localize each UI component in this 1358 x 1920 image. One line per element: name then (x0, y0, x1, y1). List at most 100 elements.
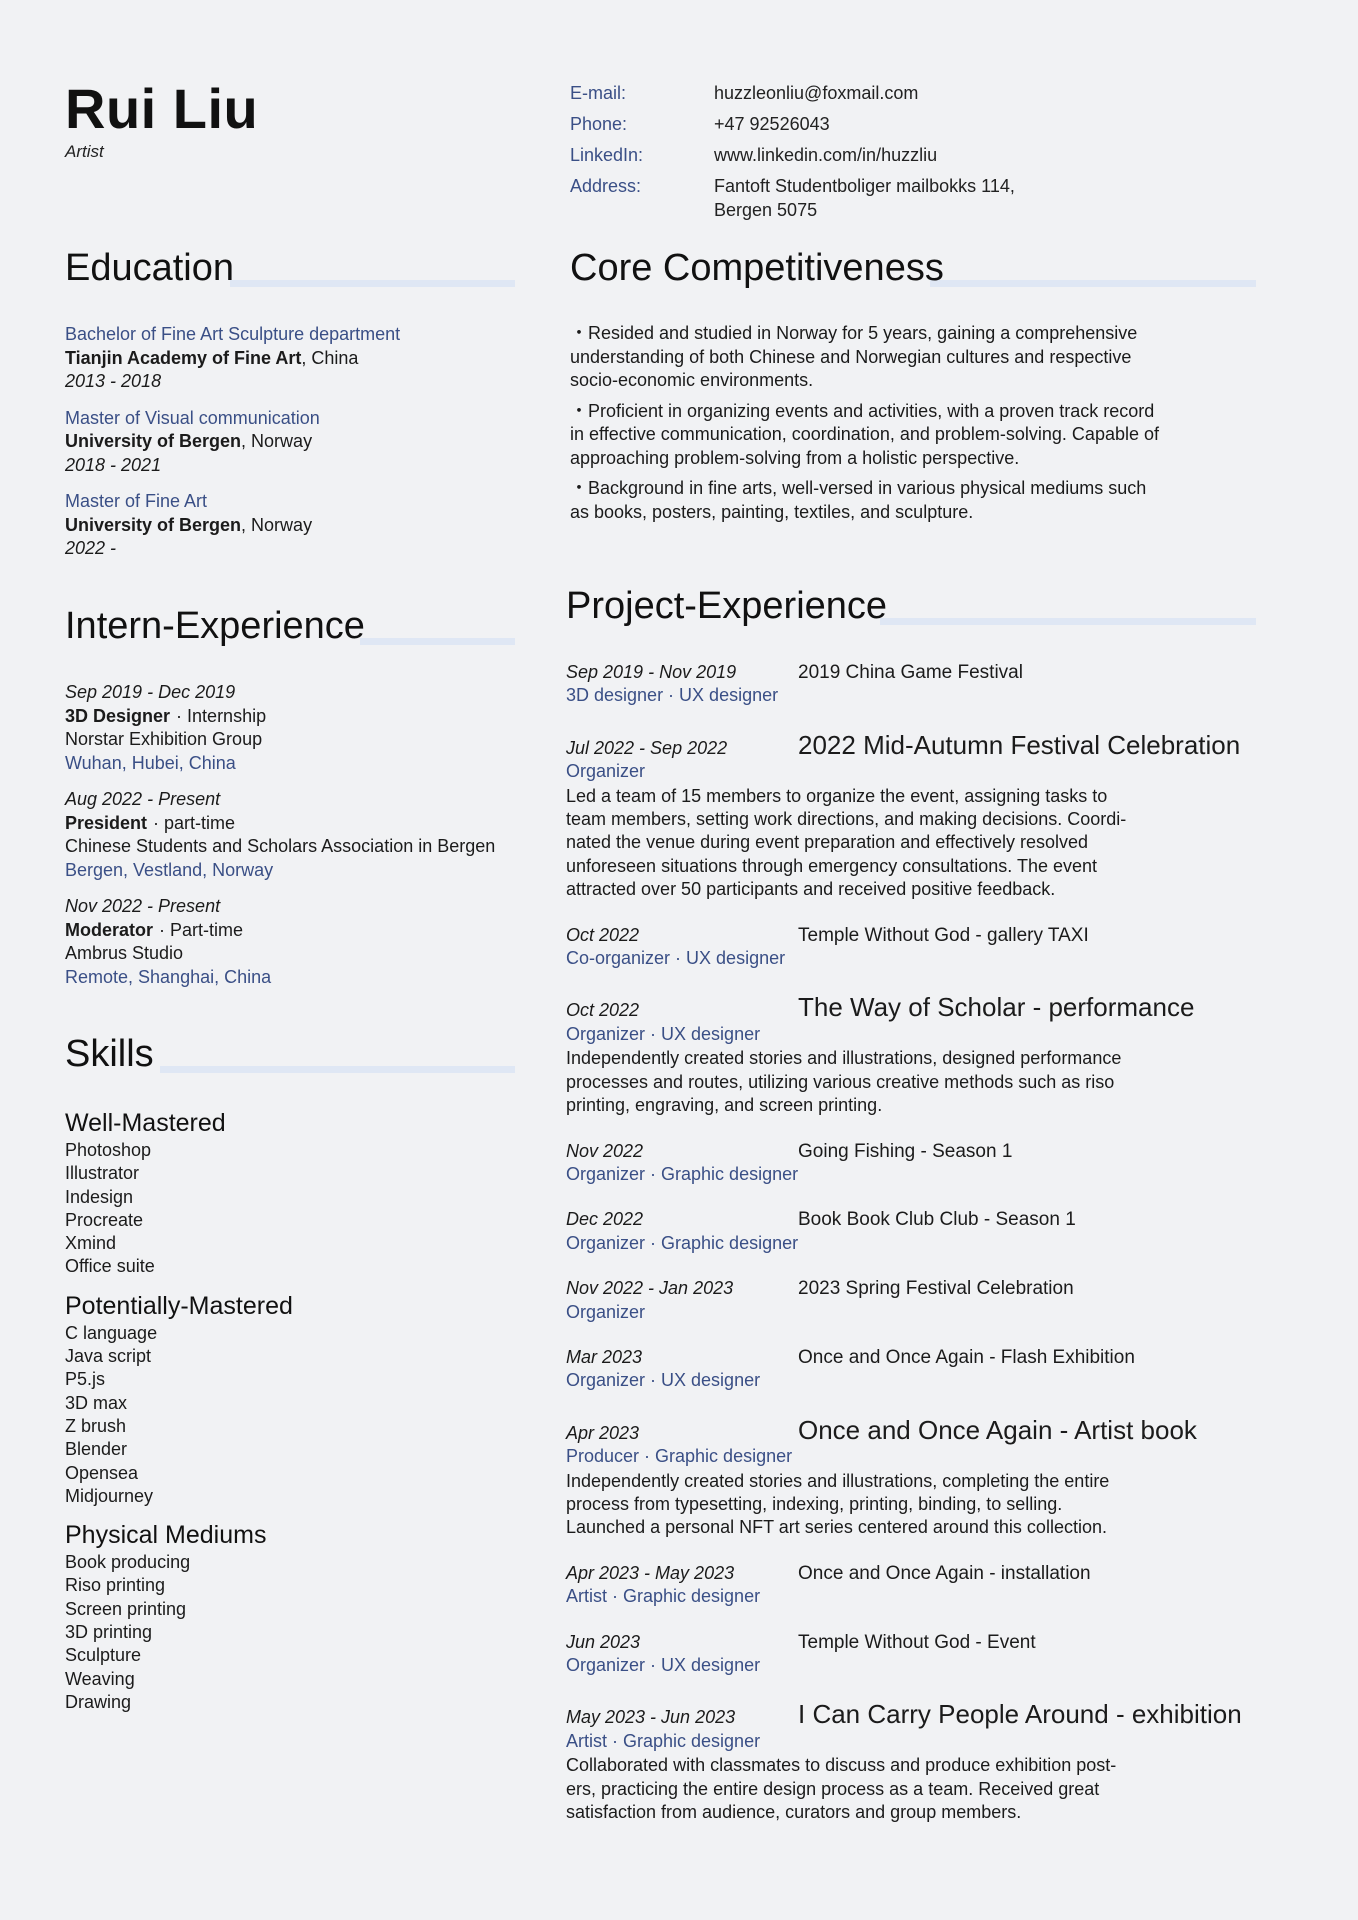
project-description: Collaborated with classmates to discuss … (566, 1755, 1117, 1823)
skill-item: 3D printing (65, 1622, 153, 1643)
project-description: Independently created stories and illust… (566, 1470, 1110, 1538)
school-country: , China (301, 347, 359, 368)
core-point: ・Proficient in organizing events and act… (570, 400, 1159, 468)
project-roles: Organizer · Graphic designer (566, 1232, 799, 1253)
project-entry: Apr 2023 - May 2023 Once and Once Again -… (566, 1562, 1266, 1609)
intern-org: Norstar Exhibition Group (65, 729, 263, 749)
skill-item: Office suite (65, 1256, 155, 1277)
contact-row: LinkedIn: www.linkedin.com/in/huzzliu (570, 140, 1015, 171)
intern-date: Sep 2019 - Dec 2019 (65, 682, 236, 702)
project-title: 2019 China Game Festival (798, 662, 1023, 683)
core-point: ・Resided and studied in Norway for 5 yea… (570, 323, 1138, 390)
project-roles: Organizer (566, 1301, 646, 1322)
contact-label: LinkedIn: (570, 145, 644, 165)
project-entry: Nov 2022 - Jan 2023 2023 Spring Festival … (566, 1277, 1266, 1324)
intern-role-line: 3D Designer · Internship (65, 705, 495, 729)
project-roles: Organizer · UX designer (566, 1655, 761, 1675)
project-header: Oct 2022 Temple Without God - gallery TAX… (566, 924, 1266, 947)
project-header: Nov 2022 - Jan 2023 2023 Spring Festival … (566, 1277, 1266, 1300)
project-roles: Artist · Graphic designer (566, 1730, 761, 1751)
skill-group-title: Well-Mastered (65, 1109, 226, 1137)
project-header: Apr 2023 Once and Once Again - Artist boo… (566, 1415, 1266, 1445)
project-title: Once and Once Again - installation (798, 1562, 1091, 1584)
project-entry: Jun 2023 Temple Without God - Event Organi… (566, 1631, 1266, 1678)
skill-item: 3D max (65, 1392, 128, 1413)
project-title: Once and Once Again - Artist book (798, 1414, 1197, 1445)
project-entry: Oct 2022 Temple Without God - gallery TAX… (566, 924, 1266, 971)
intern-entry: Sep 2019 - Dec 2019 3D Designer · Internsh… (65, 681, 495, 775)
project-title: Temple Without God - gallery TAXI (798, 924, 1089, 946)
contact-value: www.linkedin.com/in/huzzliu (714, 140, 937, 171)
contact-row: E-mail: huzzleonliu@foxmail.com (570, 78, 1015, 109)
education-years: 2018 - 2021 (65, 454, 162, 475)
project-header: Mar 2023 Once and Once Again - Flash Exhi… (566, 1346, 1266, 1369)
intern-role: President (65, 812, 148, 833)
project-header: May 2023 - Jun 2023 I Can Carry People Ar… (566, 1699, 1266, 1729)
intern-role-line: President · part-time (65, 812, 495, 836)
project-entry: Apr 2023 Once and Once Again - Artist boo… (566, 1415, 1266, 1540)
intern-role: 3D Designer (65, 705, 171, 726)
intern-type: · Part-time (159, 919, 244, 940)
skill-item: Book producing (65, 1552, 191, 1573)
core-list: ・Resided and studied in Norway for 5 yea… (570, 322, 1170, 531)
education-underline (230, 280, 515, 287)
project-title: The Way of Scholar - performance (798, 992, 1195, 1023)
skill-item: Photoshop (65, 1140, 152, 1160)
school-name: Tianjin Academy of Fine Art (65, 347, 302, 368)
intern-org: Ambrus Studio (65, 943, 184, 963)
header: Rui Liu Artist (65, 76, 258, 162)
contact-value-line: +47 92526043 (714, 114, 830, 134)
project-entry: Oct 2022 The Way of Scholar - performance… (566, 992, 1266, 1117)
intern-role-line: Moderator · Part-time (65, 919, 495, 943)
project-entry: Sep 2019 - Nov 2019 2019 China Game Festi… (566, 661, 1266, 708)
skill-item: Indesign (65, 1186, 134, 1207)
contact-label: E-mail: (570, 83, 627, 103)
project-date: Mar 2023 (566, 1346, 643, 1367)
project-header: Oct 2022 The Way of Scholar - performance (566, 992, 1266, 1022)
project-description: Led a team of 15 members to organize the… (566, 785, 1127, 900)
intern-list: Sep 2019 - Dec 2019 3D Designer · Internsh… (65, 681, 495, 1002)
intern-type: · Internship (176, 705, 267, 726)
skill-group-title: Potentially-Mastered (65, 1291, 293, 1320)
contact-value: +47 92526043 (714, 109, 830, 140)
education-list: Bachelor of Fine Art Sculpture departmen… (65, 323, 400, 574)
section-title-projects: Project-Experience (566, 585, 888, 627)
project-date: Nov 2022 (566, 1140, 644, 1161)
school-country: , Norway (241, 431, 313, 451)
skill-item: Java script (65, 1346, 152, 1367)
core-point: ・Background in fine arts, well-versed in… (570, 478, 1147, 522)
person-role: Artist (65, 142, 104, 161)
contact-value-line: Fantoft Studentboliger mailbokks 114, (714, 176, 1015, 196)
project-title: Going Fishing - Season 1 (798, 1140, 1013, 1162)
school-name: University of Bergen (65, 514, 242, 535)
intern-location: Remote, Shanghai, China (65, 966, 272, 987)
contact-row: Address: Fantoft Studentboliger mailbokks… (570, 171, 1015, 222)
skill-item: Riso printing (65, 1575, 166, 1596)
contact-value-line: huzzleonliu@foxmail.com (714, 83, 919, 103)
project-title: I Can Carry People Around - exhibition (798, 1699, 1242, 1730)
projects-list: Sep 2019 - Nov 2019 2019 China Game Festi… (566, 661, 1266, 1846)
project-date: Apr 2023 (566, 1422, 640, 1443)
intern-date: Nov 2022 - Present (65, 896, 221, 916)
project-title: Once and Once Again - Flash Exhibition (798, 1346, 1135, 1368)
degree: Master of Visual communication (65, 407, 320, 428)
project-date: Jun 2023 (566, 1631, 641, 1652)
contact-label: Phone: (570, 114, 628, 134)
intern-date: Aug 2022 - Present (65, 789, 221, 809)
skill-group-title: Physical Mediums (65, 1521, 267, 1550)
school-country: , Norway (241, 514, 313, 535)
school-line: Tianjin Academy of Fine Art, China (65, 347, 400, 371)
section-title-intern: Intern-Experience (65, 605, 365, 647)
contact-row: Phone: +47 92526043 (570, 109, 1015, 140)
intern-entry: Aug 2022 - Present President · part-time Ch… (65, 788, 495, 882)
skill-item: Opensea (65, 1462, 139, 1483)
project-roles: Artist · Graphic designer (566, 1586, 761, 1607)
project-date: Jul 2022 - Sep 2022 (566, 737, 728, 758)
intern-entry: Nov 2022 - Present Moderator · Part-time Am… (65, 895, 495, 989)
project-date: Oct 2022 (566, 1000, 640, 1021)
project-header: Jun 2023 Temple Without God - Event (566, 1631, 1266, 1654)
intern-underline (360, 638, 515, 645)
skills-underline (160, 1066, 515, 1073)
project-header: Apr 2023 - May 2023 Once and Once Again -… (566, 1562, 1266, 1585)
education-years: 2022 - (65, 538, 117, 558)
